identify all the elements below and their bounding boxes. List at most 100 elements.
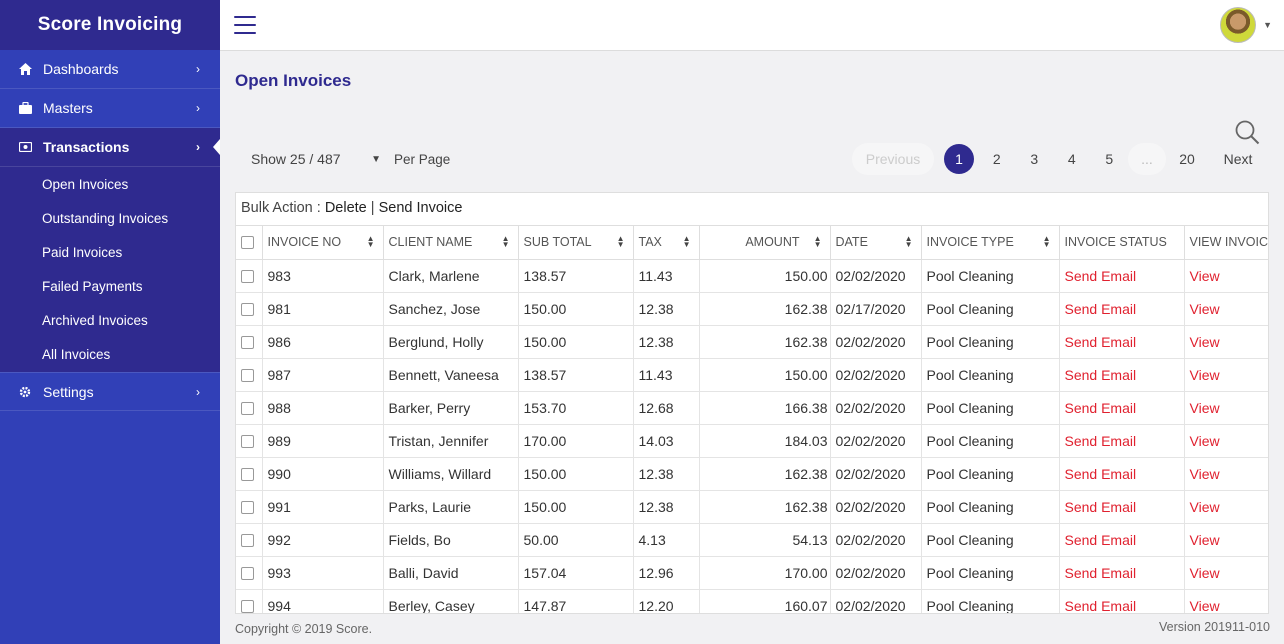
column-header[interactable]: INVOICE TYPE ▲ ▼ [921, 226, 1060, 260]
send-email-link[interactable]: Send Email [1059, 391, 1185, 425]
view-invoice-link[interactable]: View [1184, 325, 1268, 359]
row-checkbox[interactable] [241, 501, 254, 515]
view-invoice-link[interactable]: View [1184, 490, 1268, 524]
view-invoice-link[interactable]: View [1184, 358, 1268, 392]
row-checkbox[interactable] [241, 567, 254, 581]
view-invoice-link[interactable]: View [1184, 292, 1268, 326]
column-header[interactable]: CLIENT NAME ▲ ▼ [383, 226, 519, 260]
sidebar-item-label: Dashboards [43, 61, 119, 77]
row-checkbox-cell [236, 589, 263, 613]
sort-icon[interactable]: ▲ ▼ [367, 235, 375, 249]
submenu-failed-payments[interactable]: Failed Payments [0, 270, 220, 304]
table-cell: 12.38 [633, 292, 700, 326]
send-email-link[interactable]: Send Email [1059, 292, 1185, 326]
row-checkbox-cell [236, 523, 263, 557]
row-checkbox[interactable] [241, 270, 254, 284]
pagination-page-last[interactable]: 20 [1166, 143, 1208, 175]
caret-down-icon: ▼ [371, 153, 381, 165]
caret-down-icon[interactable]: ▼ [1263, 20, 1272, 30]
row-checkbox[interactable] [241, 435, 254, 449]
pagination-page-3[interactable]: 3 [1016, 143, 1054, 175]
send-email-link[interactable]: Send Email [1059, 424, 1185, 458]
row-checkbox[interactable] [241, 402, 254, 416]
column-header[interactable]: AMOUNT ▲ ▼ [699, 226, 831, 260]
row-checkbox[interactable] [241, 600, 254, 613]
sort-icon[interactable]: ▲ ▼ [683, 235, 691, 249]
table-row: 994 Berley, Casey 147.87 12.20 160.07 02/02/2… [236, 589, 1268, 613]
view-invoice-link[interactable]: View [1184, 589, 1268, 613]
table-cell: Pool Cleaning [921, 589, 1060, 613]
row-checkbox[interactable] [241, 369, 254, 383]
view-invoice-link[interactable]: View [1184, 424, 1268, 458]
pagination-previous[interactable]: Previous [852, 143, 934, 175]
chevron-right-icon: › [196, 62, 200, 76]
table-cell: 14.03 [633, 424, 700, 458]
pagination-page-4[interactable]: 4 [1053, 143, 1091, 175]
row-checkbox[interactable] [241, 534, 254, 548]
pagination-page-2[interactable]: 2 [978, 143, 1016, 175]
user-avatar[interactable] [1220, 7, 1256, 43]
pagination-next[interactable]: Next [1208, 143, 1268, 175]
row-checkbox-cell [236, 292, 263, 326]
row-checkbox-cell [236, 424, 263, 458]
submenu-all-invoices[interactable]: All Invoices [0, 338, 220, 372]
sort-icon[interactable]: ▲ ▼ [617, 235, 625, 249]
view-invoice-link[interactable]: View [1184, 556, 1268, 590]
table-cell: Pool Cleaning [921, 325, 1060, 359]
select-all-checkbox[interactable] [241, 236, 254, 250]
send-email-link[interactable]: Send Email [1059, 259, 1185, 293]
sidebar-item-masters[interactable]: Masters › [0, 89, 220, 128]
send-email-link[interactable]: Send Email [1059, 457, 1185, 491]
view-invoice-link[interactable]: View [1184, 259, 1268, 293]
sort-icon[interactable]: ▲ ▼ [905, 235, 913, 249]
column-header[interactable]: TAX ▲ ▼ [633, 226, 700, 260]
column-header[interactable]: SUB TOTAL ▲ ▼ [518, 226, 634, 260]
send-email-link[interactable]: Send Email [1059, 589, 1185, 613]
sort-icon[interactable]: ▲ ▼ [814, 235, 822, 249]
search-icon[interactable] [1234, 119, 1260, 145]
column-header[interactable]: INVOICE NO ▲ ▼ [262, 226, 384, 260]
pagination-page-1[interactable]: 1 [944, 144, 974, 174]
column-header-label: AMOUNT [745, 235, 800, 250]
sort-icon[interactable]: ▲ ▼ [502, 235, 510, 249]
view-invoice-link[interactable]: View [1184, 523, 1268, 557]
table-cell: 150.00 [518, 325, 634, 359]
per-page-select[interactable]: Show 25 / 487 ▼ [235, 143, 385, 175]
table-cell: 150.00 [699, 358, 831, 392]
hamburger-menu-icon[interactable] [234, 16, 256, 34]
send-email-link[interactable]: Send Email [1059, 490, 1185, 524]
table-cell: 12.38 [633, 325, 700, 359]
row-checkbox[interactable] [241, 468, 254, 482]
send-email-link[interactable]: Send Email [1059, 556, 1185, 590]
table-cell: Pool Cleaning [921, 358, 1060, 392]
invoices-table-container[interactable]: Bulk Action : Delete | Send Invoice INVO… [235, 192, 1269, 614]
table-cell: 987 [262, 358, 384, 392]
submenu-paid-invoices[interactable]: Paid Invoices [0, 236, 220, 270]
sidebar-item-transactions[interactable]: Transactions › [0, 128, 220, 167]
sidebar-item-settings[interactable]: Settings › [0, 372, 220, 411]
bulk-send-invoice-link[interactable]: Send Invoice [379, 200, 463, 216]
pagination-page-5[interactable]: 5 [1091, 143, 1129, 175]
send-email-link[interactable]: Send Email [1059, 358, 1185, 392]
sidebar-item-dashboards[interactable]: Dashboards › [0, 50, 220, 89]
table-cell: 157.04 [518, 556, 634, 590]
submenu-archived-invoices[interactable]: Archived Invoices [0, 304, 220, 338]
column-header[interactable]: DATE ▲ ▼ [830, 226, 922, 260]
table-cell: 994 [262, 589, 384, 613]
view-invoice-link[interactable]: View [1184, 391, 1268, 425]
table-cell: Pool Cleaning [921, 424, 1060, 458]
row-checkbox[interactable] [241, 336, 254, 350]
sort-icon[interactable]: ▲ ▼ [1043, 235, 1051, 249]
send-email-link[interactable]: Send Email [1059, 325, 1185, 359]
submenu-outstanding-invoices[interactable]: Outstanding Invoices [0, 202, 220, 236]
table-cell: 02/02/2020 [830, 391, 922, 425]
app-title[interactable]: Score Invoicing [0, 0, 220, 50]
view-invoice-link[interactable]: View [1184, 457, 1268, 491]
column-header-label: INVOICE NO [267, 235, 342, 250]
chevron-right-icon: › [196, 101, 200, 115]
submenu-open-invoices[interactable]: Open Invoices [0, 168, 220, 202]
table-cell: Bennett, Vaneesa [383, 358, 519, 392]
bulk-delete-link[interactable]: Delete [325, 200, 367, 216]
send-email-link[interactable]: Send Email [1059, 523, 1185, 557]
row-checkbox[interactable] [241, 303, 254, 317]
